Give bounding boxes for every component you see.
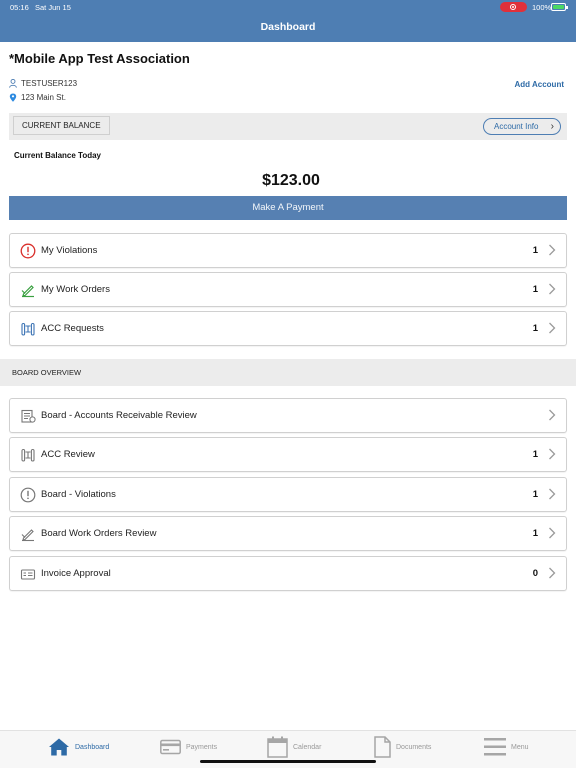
list-item-board-accounts-receivable[interactable]: Board - Accounts Receivable Review	[9, 398, 567, 433]
tab-documents[interactable]: Documents	[374, 735, 431, 759]
invoice-icon	[20, 569, 36, 580]
battery-percent: 100%	[532, 3, 552, 12]
list-item-acc-review[interactable]: ACC Review 1	[9, 437, 567, 472]
item-label: Invoice Approval	[41, 568, 111, 579]
chevron-right-icon	[549, 448, 556, 460]
home-icon	[49, 738, 69, 756]
chevron-right-icon	[549, 409, 556, 421]
item-count: 1	[532, 323, 538, 334]
status-date: Sat Jun 15	[35, 3, 71, 12]
page-title: Dashboard	[260, 21, 316, 33]
chevron-right-icon	[549, 322, 556, 334]
chevron-right-icon	[549, 244, 556, 256]
tab-payments[interactable]: Payments	[160, 735, 217, 759]
item-count: 1	[532, 449, 538, 460]
tab-label: Payments	[186, 743, 218, 751]
item-count: 1	[532, 528, 538, 539]
list-item-acc-requests[interactable]: ACC Requests 1	[9, 311, 567, 346]
username: TESTUSER123	[21, 79, 78, 88]
item-label: ACC Requests	[41, 323, 104, 334]
item-label: Board Work Orders Review	[41, 528, 157, 539]
item-label: ACC Review	[41, 449, 95, 460]
list-item-my-violations[interactable]: My Violations 1	[9, 233, 567, 268]
address-row: 123 Main St.	[9, 93, 66, 102]
association-name: *Mobile App Test Association	[9, 51, 190, 66]
user-icon	[9, 79, 17, 88]
screen-record-icon	[500, 2, 527, 12]
list-item-invoice-approval[interactable]: Invoice Approval 0	[9, 556, 567, 591]
balance-amount: $123.00	[262, 172, 320, 189]
battery-icon	[551, 3, 568, 11]
violation-icon	[20, 243, 36, 259]
list-item-board-violations[interactable]: Board - Violations 1	[9, 477, 567, 512]
user-row: TESTUSER123	[9, 79, 77, 88]
item-label: My Violations	[41, 245, 98, 256]
tab-menu[interactable]: Menu	[484, 735, 529, 759]
item-label: My Work Orders	[41, 284, 110, 295]
calendar-icon	[267, 736, 288, 758]
work-order-icon	[21, 285, 34, 298]
home-indicator	[200, 760, 376, 763]
ledger-icon	[21, 409, 36, 423]
item-label: Board - Accounts Receivable Review	[41, 410, 197, 421]
violation-icon	[20, 487, 36, 503]
chevron-right-icon	[549, 567, 556, 579]
chevron-right-icon	[549, 488, 556, 500]
balance-label: Current Balance Today	[14, 151, 101, 160]
card-icon	[160, 739, 181, 755]
tab-dashboard[interactable]: Dashboard	[48, 735, 109, 759]
balance-bar: CURRENT BALANCE Account Info ›	[9, 113, 567, 140]
acc-icon	[21, 322, 35, 336]
account-info-label: Account Info	[494, 122, 539, 131]
make-payment-button[interactable]: Make A Payment	[9, 196, 567, 220]
address: 123 Main St.	[21, 93, 66, 102]
board-overview-header: BOARD OVERVIEW	[0, 359, 576, 386]
menu-icon	[484, 738, 506, 756]
tab-calendar[interactable]: Calendar	[267, 735, 321, 759]
tab-label: Calendar	[293, 743, 322, 751]
item-count: 1	[532, 245, 538, 256]
chevron-right-icon	[549, 527, 556, 539]
chevron-right-icon	[549, 283, 556, 295]
list-item-board-work-orders[interactable]: Board Work Orders Review 1	[9, 516, 567, 551]
work-order-icon	[21, 529, 34, 542]
list-item-my-work-orders[interactable]: My Work Orders 1	[9, 272, 567, 307]
item-count: 0	[532, 568, 538, 579]
item-count: 1	[532, 489, 538, 500]
section-title: BOARD OVERVIEW	[12, 368, 82, 377]
current-balance-tab[interactable]: CURRENT BALANCE	[13, 116, 110, 135]
location-pin-icon	[9, 93, 17, 102]
status-bar: 05:16 Sat Jun 15 100%	[0, 0, 576, 14]
document-icon	[374, 736, 391, 758]
item-label: Board - Violations	[41, 489, 116, 500]
tab-label: Menu	[511, 743, 529, 751]
tab-label: Documents	[396, 743, 432, 751]
account-info-button[interactable]: Account Info ›	[483, 118, 561, 135]
item-count: 1	[532, 284, 538, 295]
top-header: 05:16 Sat Jun 15 100% Dashboard	[0, 0, 576, 42]
status-time: 05:16	[10, 3, 29, 12]
acc-icon	[21, 448, 35, 462]
add-account-link[interactable]: Add Account	[515, 80, 564, 89]
chevron-right-icon: ›	[550, 121, 554, 132]
tab-label: Dashboard	[75, 743, 110, 751]
